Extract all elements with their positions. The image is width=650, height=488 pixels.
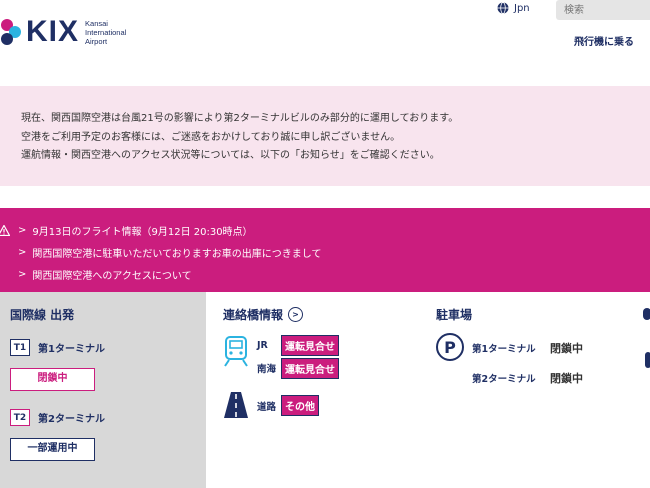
- notice-line: 現在、関西国際空港は台風21号の影響により第2ターミナルビルのみ部分的に運用して…: [21, 113, 459, 124]
- road-group: 道路 その他: [223, 391, 416, 423]
- terminal-2-name: 第2ターミナル: [38, 414, 105, 425]
- parking-exit-link[interactable]: > 関西国際空港に駐車いただいておりますお車の出庫につきまして: [0, 241, 650, 263]
- site-header: KIX Kansai International Airport Jpn 飛行機…: [0, 0, 650, 86]
- kix-logo-mark-icon: [0, 17, 22, 47]
- nankai-label: 南海: [257, 364, 277, 375]
- chevron-right-icon: >: [18, 246, 27, 258]
- flight-info-text: 9月13日のフライト情報（9月12日 20:30時点）: [32, 226, 253, 238]
- road-row: 道路 その他: [257, 395, 319, 416]
- road-label: 道路: [257, 401, 277, 413]
- access-text: 関西国際空港へのアクセスについて: [32, 270, 192, 282]
- flight-info-link[interactable]: > 9月13日のフライト情報（9月12日 20:30時点）: [0, 219, 650, 241]
- train-icon: [223, 335, 251, 381]
- terminal-2-status-button[interactable]: 一部運用中: [10, 438, 95, 461]
- parking-terminal-name: 第2ターミナル: [472, 374, 536, 385]
- jr-label: JR: [257, 339, 268, 351]
- parking-terminal-name: 第1ターミナル: [472, 344, 536, 355]
- chevron-right-icon: >: [18, 268, 27, 280]
- terminal-1-row: T1 第1ターミナル: [10, 339, 206, 356]
- parking-row: 第1ターミナル 閉鎖中: [472, 337, 583, 359]
- terminal-1-name: 第1ターミナル: [38, 344, 105, 355]
- nankai-row: 南海 運転見合せ: [257, 357, 339, 379]
- nankai-status-badge: 運転見合せ: [281, 357, 339, 379]
- search-input[interactable]: [556, 0, 650, 20]
- chevron-right-icon: >: [18, 224, 27, 236]
- parking-panel: 駐車場 P 第1ターミナル 閉鎖中 第2ターミナル 閉鎖中: [416, 292, 650, 488]
- arrow-right-circle-icon: >: [288, 307, 304, 322]
- road-status-badge: その他: [281, 395, 319, 416]
- terminal-2-row: T2 第2ターミナル: [10, 409, 206, 426]
- warning-icon: [0, 224, 10, 236]
- access-title[interactable]: 連絡橋情報 >: [223, 306, 416, 323]
- globe-icon: [497, 2, 509, 14]
- flight-info-bar: > 9月13日のフライト情報（9月12日 20:30時点） > 関西国際空港に駐…: [0, 208, 650, 292]
- access-link[interactable]: > 関西国際空港へのアクセスについて: [0, 263, 650, 285]
- terminal-1-status-button[interactable]: 閉鎖中: [10, 368, 95, 391]
- parking-icon: P: [436, 333, 464, 361]
- departures-panel: 国際線 出発 T1 第1ターミナル 閉鎖中 T2 第2ターミナル 一部運用中: [0, 292, 206, 488]
- parking-status: 閉鎖中: [550, 372, 583, 385]
- language-selector[interactable]: Jpn: [497, 2, 530, 14]
- parking-row: 第2ターミナル 閉鎖中: [472, 367, 583, 389]
- jr-row: JR 運転見合せ: [257, 334, 339, 356]
- notice-line: 空港をご利用予定のお客様には、ご迷惑をおかけしており誠に申し訳ございません。: [21, 131, 401, 143]
- notice-banner: 現在、関西国際空港は台風21号の影響により第2ターミナルビルのみ部分的に運用して…: [0, 86, 650, 186]
- terminal-1-badge: T1: [10, 339, 30, 356]
- road-icon: [223, 391, 251, 423]
- notice-line: 運航情報・関西空港へのアクセス状況等については、以下の「お知らせ」をご確認くださ…: [21, 150, 440, 161]
- logo-text: KIX: [26, 15, 80, 48]
- departures-title: 国際線 出発: [10, 308, 75, 322]
- logo-subtitle: Kansai International Airport: [85, 18, 127, 46]
- cropped-edge-icon: [645, 352, 650, 368]
- parking-title: 駐車場: [436, 308, 473, 322]
- terminal-2-badge: T2: [10, 409, 30, 426]
- language-label: Jpn: [514, 2, 530, 14]
- parking-exit-text: 関西国際空港に駐車いただいておりますお車の出庫につきまして: [32, 248, 322, 260]
- kix-logo[interactable]: KIX Kansai International Airport: [0, 12, 126, 52]
- parking-status: 閉鎖中: [550, 342, 583, 355]
- jr-status-badge: 運転見合せ: [281, 334, 339, 356]
- access-panel: 連絡橋情報 > JR 運転見合せ 南海 運転見合せ 道路 その他: [206, 292, 416, 488]
- rail-group: JR 運転見合せ 南海 運転見合せ: [223, 334, 416, 381]
- fly-link[interactable]: 飛行機に乗る: [574, 33, 634, 48]
- cropped-edge-icon: [643, 308, 650, 320]
